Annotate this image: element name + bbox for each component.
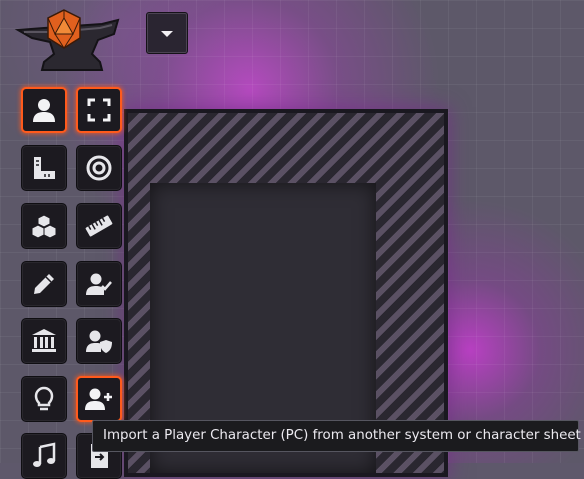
landmark-icon — [32, 329, 56, 352]
lightbulb-icon — [34, 386, 54, 411]
tool-target-button[interactable] — [76, 145, 122, 191]
tool-ruler-button[interactable] — [76, 203, 122, 249]
cubes-icon — [31, 214, 57, 239]
user-check-icon — [86, 273, 112, 295]
tool-user-shield-button[interactable] — [76, 318, 122, 364]
tool-user-button[interactable] — [21, 87, 67, 133]
target-icon — [86, 155, 112, 181]
tool-music-button[interactable] — [21, 433, 67, 479]
ruler-square-icon — [34, 157, 55, 179]
user-icon — [33, 99, 55, 122]
tool-expand-button[interactable] — [76, 87, 122, 133]
music-icon — [33, 442, 56, 467]
tool-cubes-button[interactable] — [21, 203, 67, 249]
anvil-d20-logo[interactable] — [14, 8, 130, 76]
user-plus-icon — [85, 388, 112, 410]
tool-landmark-button[interactable] — [21, 318, 67, 364]
pencil-icon — [34, 274, 54, 294]
menu-dropdown-button[interactable] — [146, 12, 188, 54]
tool-ruler-square-button[interactable] — [21, 145, 67, 191]
tool-import-pc-button[interactable] — [76, 376, 122, 422]
expand-icon — [87, 98, 111, 122]
ruler-icon — [85, 215, 113, 237]
user-shield-icon — [86, 330, 112, 353]
tool-user-check-button[interactable] — [76, 261, 122, 307]
tooltip: Import a Player Character (PC) from anot… — [92, 420, 581, 452]
tool-lightbulb-button[interactable] — [21, 376, 67, 422]
tool-pencil-button[interactable] — [21, 261, 67, 307]
